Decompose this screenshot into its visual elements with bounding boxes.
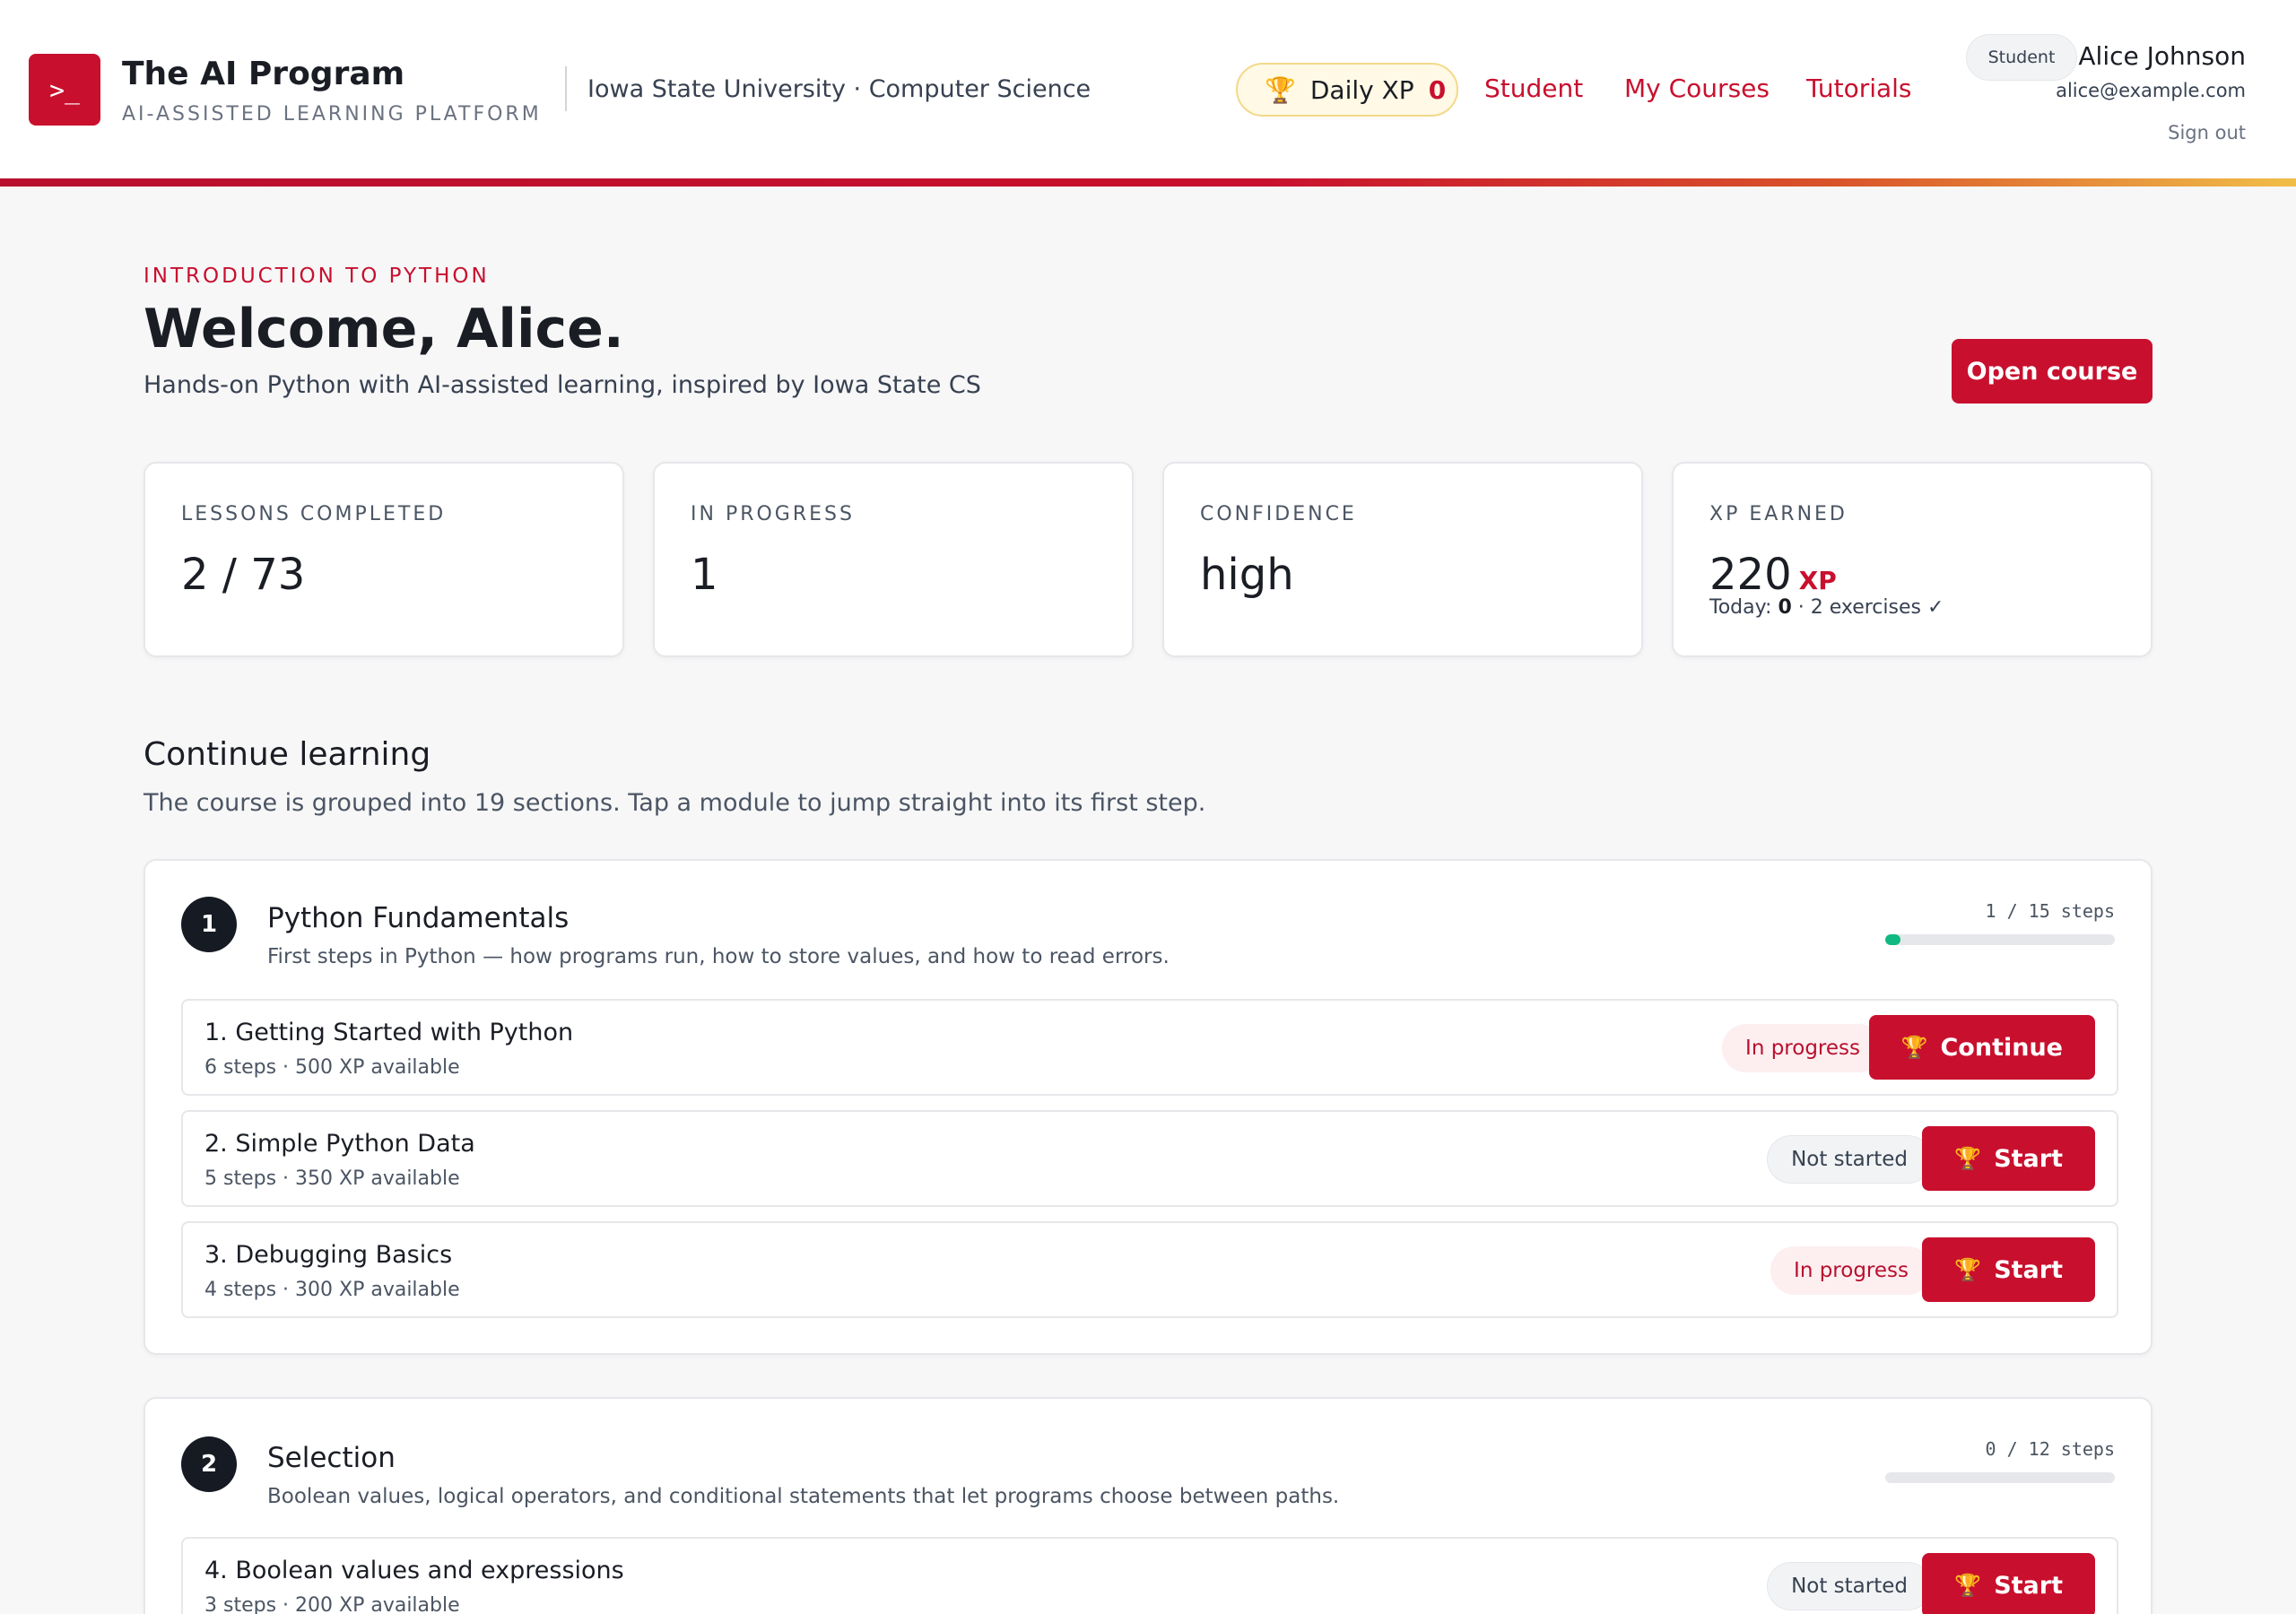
stat-label: IN PROGRESS [691, 503, 855, 525]
action-label: Start [1994, 1255, 2063, 1284]
nav-tutorials[interactable]: Tutorials [1806, 74, 1912, 103]
xp-today-exercises: · 2 exercises ✓ [1791, 596, 1944, 619]
trophy-icon: 🏆 [1954, 1257, 1982, 1282]
stat-card-in-progress: IN PROGRESS 1 [653, 462, 1134, 657]
status-badge: Not started [1767, 1135, 1932, 1184]
stat-value: high [1200, 550, 1294, 600]
header-gradient-bar [0, 178, 2296, 187]
daily-xp-pill[interactable]: 🏆 Daily XP 0 [1236, 63, 1458, 117]
stat-value: 1 [691, 550, 718, 600]
continue-learning-description: The course is grouped into 19 sections. … [144, 789, 1206, 817]
module-title[interactable]: Selection [267, 1442, 396, 1474]
start-button[interactable]: 🏆 Start [1922, 1126, 2095, 1191]
lesson-row[interactable]: 4. Boolean values and expressions 3 step… [181, 1537, 2118, 1614]
nav-my-courses[interactable]: My Courses [1624, 74, 1770, 103]
trophy-icon: 🏆 [1954, 1573, 1982, 1598]
page-tagline: Hands-on Python with AI-assisted learnin… [144, 371, 981, 399]
stat-label: LESSONS COMPLETED [181, 503, 447, 525]
lesson-title: 3. Debugging Basics [204, 1241, 453, 1269]
stat-card-lessons-completed: LESSONS COMPLETED 2 / 73 [144, 462, 624, 657]
top-header: >_ The AI Program AI-ASSISTED LEARNING P… [0, 0, 2296, 179]
module-number: 2 [181, 1436, 237, 1492]
module-steps-count: 0 / 12 steps [1985, 1438, 2116, 1460]
module-number: 1 [181, 897, 237, 952]
stat-card-xp-earned: XP EARNED 220 XP Today: 0 · 2 exercises ✓ [1672, 462, 2152, 657]
lesson-meta: 5 steps · 350 XP available [204, 1167, 460, 1190]
user-email: alice@example.com [2056, 80, 2246, 101]
trophy-icon: 🏆 [1954, 1146, 1982, 1171]
stat-label: XP EARNED [1709, 503, 1848, 525]
continue-learning-heading: Continue learning [144, 736, 431, 773]
status-badge: In progress [1722, 1024, 1883, 1072]
daily-xp-label: Daily XP [1309, 74, 1414, 105]
status-badge: In progress [1770, 1246, 1932, 1295]
xp-total: 220 [1709, 550, 1792, 600]
action-label: Start [1994, 1144, 2063, 1173]
module-progress-bar [1885, 1472, 2115, 1483]
trophy-icon: 🏆 [1265, 74, 1296, 105]
lesson-title: 1. Getting Started with Python [204, 1019, 574, 1046]
app-subtitle: AI-ASSISTED LEARNING PLATFORM [122, 103, 542, 126]
module-card-selection[interactable]: 2 Selection Boolean values, logical oper… [144, 1397, 2152, 1614]
action-label: Continue [1940, 1033, 2063, 1062]
module-description: First steps in Python — how programs run… [267, 945, 1170, 968]
app-title[interactable]: The AI Program [122, 56, 404, 92]
action-label: Start [1994, 1571, 2063, 1600]
lesson-row[interactable]: 2. Simple Python Data 5 steps · 350 XP a… [181, 1110, 2118, 1207]
lesson-meta: 4 steps · 300 XP available [204, 1279, 460, 1301]
stat-value: 220 XP [1709, 550, 1837, 600]
stat-value: 2 / 73 [181, 550, 306, 600]
xp-unit: XP [1798, 566, 1837, 595]
module-steps-count: 1 / 15 steps [1985, 900, 2116, 922]
lesson-meta: 6 steps · 500 XP available [204, 1056, 460, 1079]
lesson-meta: 3 steps · 200 XP available [204, 1594, 460, 1614]
xp-today-value: 0 [1778, 596, 1792, 619]
daily-xp-value: 0 [1428, 74, 1447, 105]
module-card-python-fundamentals[interactable]: 1 Python Fundamentals First steps in Pyt… [144, 859, 2152, 1355]
start-button[interactable]: 🏆 Start [1922, 1553, 2095, 1614]
lesson-row[interactable]: 3. Debugging Basics 4 steps · 300 XP ava… [181, 1221, 2118, 1318]
course-eyebrow: INTRODUCTION TO PYTHON [144, 265, 490, 288]
nav-student[interactable]: Student [1484, 74, 1583, 103]
status-badge: Not started [1767, 1562, 1932, 1610]
xp-today-label: Today: [1709, 596, 1779, 619]
start-button[interactable]: 🏆 Start [1922, 1237, 2095, 1302]
open-course-button[interactable]: Open course [1952, 339, 2152, 404]
terminal-logo-icon[interactable]: >_ [29, 54, 100, 126]
institution-label: Iowa State University · Computer Science [587, 75, 1091, 103]
module-title[interactable]: Python Fundamentals [267, 902, 569, 934]
page-title: Welcome, Alice. [144, 298, 624, 360]
module-progress-fill [1885, 934, 1901, 945]
user-name: Alice Johnson [2078, 41, 2246, 71]
module-progress-bar [1885, 934, 2115, 945]
role-badge: Student [1966, 34, 2077, 81]
sign-out-link[interactable]: Sign out [2168, 122, 2246, 143]
lesson-title: 4. Boolean values and expressions [204, 1557, 624, 1584]
continue-button[interactable]: 🏆 Continue [1868, 1015, 2095, 1080]
stat-label: CONFIDENCE [1200, 503, 1357, 525]
stat-card-confidence: CONFIDENCE high [1162, 462, 1643, 657]
lesson-row[interactable]: 1. Getting Started with Python 6 steps ·… [181, 999, 2118, 1096]
lesson-title: 2. Simple Python Data [204, 1130, 475, 1158]
header-divider [565, 66, 567, 111]
trophy-icon: 🏆 [1900, 1035, 1928, 1060]
module-description: Boolean values, logical operators, and c… [267, 1485, 1340, 1508]
xp-today-summary: Today: 0 · 2 exercises ✓ [1709, 596, 1944, 619]
